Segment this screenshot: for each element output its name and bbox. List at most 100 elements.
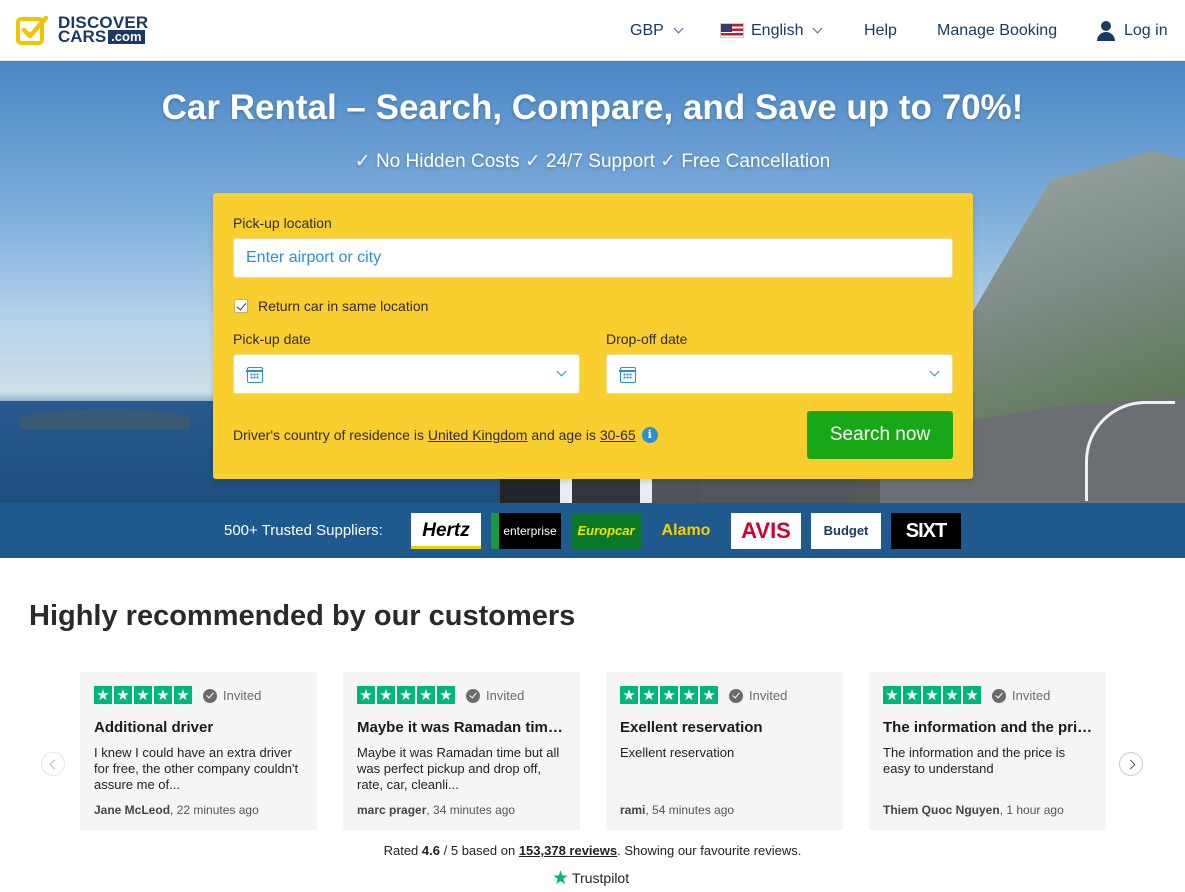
- site-header: DISCOVER CARS .com GBP English Help Manag…: [0, 0, 1185, 61]
- logo-text-cars: CARS: [58, 27, 107, 46]
- us-flag-icon: [720, 23, 744, 38]
- trustpilot-logo[interactable]: ★ Trustpilot: [552, 867, 629, 889]
- invited-badge: Invited: [992, 688, 1050, 703]
- age-range-link[interactable]: 30-65: [600, 427, 636, 443]
- star-icon: [377, 686, 395, 704]
- rated-suffix: . Showing our favourite reviews.: [617, 843, 802, 858]
- pickup-location-input[interactable]: Enter airport or city: [233, 238, 953, 278]
- review-card[interactable]: Invited Exellent reservation Exellent re…: [606, 672, 843, 830]
- invited-badge: Invited: [203, 688, 261, 703]
- calendar-icon: [619, 367, 636, 383]
- hero-subtitle: ✓ No Hidden Costs ✓ 24/7 Support ✓ Free …: [354, 151, 831, 172]
- review-title: Additional driver: [94, 719, 214, 736]
- carousel-prev-button[interactable]: [41, 752, 65, 776]
- logo[interactable]: DISCOVER CARS .com: [16, 14, 148, 46]
- invited-label: Invited: [1012, 688, 1051, 703]
- review-body: I knew I could have an extra driver for …: [94, 745, 299, 792]
- invited-label: Invited: [486, 688, 525, 703]
- carousel-next-button[interactable]: [1119, 752, 1143, 776]
- star-icon: [883, 686, 901, 704]
- reviews-title: Highly recommended by our customers: [29, 600, 576, 632]
- star-icon: [357, 686, 375, 704]
- invited-label: Invited: [749, 688, 788, 703]
- star-icon: [903, 686, 921, 704]
- alamo-logo: Alamo: [661, 522, 711, 539]
- review-card[interactable]: Invited Maybe it was Ramadan time ... Ma…: [343, 672, 580, 830]
- pickup-date-input[interactable]: [233, 354, 580, 394]
- rated-mid: / 5 based on: [443, 843, 516, 858]
- language-selector[interactable]: English: [720, 21, 823, 40]
- language-label: English: [751, 21, 804, 39]
- search-now-button[interactable]: Search now: [807, 411, 953, 459]
- hero-banner: Car Rental – Search, Compare, and Save u…: [0, 61, 1185, 503]
- star-icon: [963, 686, 981, 704]
- review-author: rami, 54 minutes ago: [620, 803, 734, 817]
- chevron-down-icon: [813, 23, 823, 34]
- europcar-logo: Europcar: [571, 513, 641, 549]
- rating-stars: [357, 686, 457, 704]
- rating-stars: [94, 686, 194, 704]
- star-icon: [680, 686, 698, 704]
- driver-residence-line: Driver's country of residence is United …: [233, 427, 658, 443]
- review-time: , 54 minutes ago: [645, 803, 735, 817]
- star-icon: [660, 686, 678, 704]
- chevron-down-icon: [673, 23, 684, 34]
- invited-badge: Invited: [729, 688, 787, 703]
- star-icon: [620, 686, 638, 704]
- return-same-location-checkbox[interactable]: [234, 299, 248, 313]
- review-author: marc prager, 34 minutes ago: [357, 803, 515, 817]
- author-name: rami: [620, 803, 646, 817]
- suppliers-band: 500+ Trusted Suppliers: Hertz enterprise…: [0, 503, 1185, 558]
- star-icon: [397, 686, 415, 704]
- dropoff-date-input[interactable]: [606, 354, 953, 394]
- pickup-location-label: Pick-up location: [233, 215, 332, 231]
- star-icon: [943, 686, 961, 704]
- hero-island-image: [20, 409, 190, 429]
- author-name: marc prager: [357, 803, 427, 817]
- hero-title: Car Rental – Search, Compare, and Save u…: [161, 88, 1024, 127]
- star-icon: [640, 686, 658, 704]
- star-icon: [923, 686, 941, 704]
- chevron-down-icon: [929, 366, 940, 377]
- sixt-logo: SIXT: [891, 513, 961, 549]
- calendar-icon: [246, 367, 263, 383]
- login-link[interactable]: Log in: [1096, 20, 1168, 41]
- rated-prefix: Rated: [383, 843, 419, 858]
- star-icon: [134, 686, 152, 704]
- review-author: Thiem Quoc Nguyen, 1 hour ago: [883, 803, 1064, 817]
- currency-selector[interactable]: GBP: [630, 22, 684, 40]
- review-card[interactable]: Invited Additional driver I knew I could…: [80, 672, 317, 830]
- logo-check-icon: [16, 15, 48, 45]
- info-icon[interactable]: i: [641, 427, 658, 443]
- star-icon: [94, 686, 112, 704]
- star-icon: [154, 686, 172, 704]
- residence-prefix: Driver's country of residence is: [233, 427, 424, 443]
- rating-stars: [620, 686, 720, 704]
- enterprise-logo: enterprise: [491, 513, 561, 549]
- review-author: Jane McLeod, 22 minutes ago: [94, 803, 259, 817]
- manage-booking-link[interactable]: Manage Booking: [937, 22, 1057, 40]
- help-link[interactable]: Help: [864, 22, 897, 40]
- hertz-logo: Hertz: [411, 513, 481, 549]
- review-title: Exellent reservation: [620, 719, 763, 736]
- login-label: Log in: [1124, 21, 1168, 39]
- star-icon: [437, 686, 455, 704]
- residence-country-link[interactable]: United Kingdom: [428, 427, 528, 443]
- verified-check-icon: [992, 688, 1006, 703]
- dropoff-date-label: Drop-off date: [606, 331, 688, 347]
- star-icon: [700, 686, 718, 704]
- review-body: Exellent reservation: [620, 745, 735, 760]
- reviews-count-link[interactable]: 153,378 reviews: [519, 843, 617, 858]
- review-title: The information and the pric...: [883, 719, 1095, 736]
- author-name: Jane McLeod: [94, 803, 171, 817]
- pickup-date-label: Pick-up date: [233, 331, 311, 347]
- age-prefix: and age is: [531, 427, 596, 443]
- hero-center-road: [500, 476, 880, 503]
- review-card[interactable]: Invited The information and the pric... …: [869, 672, 1106, 830]
- chevron-down-icon: [556, 366, 567, 377]
- rating-value: 4.6: [421, 843, 440, 858]
- verified-check-icon: [466, 688, 480, 703]
- star-icon: [114, 686, 132, 704]
- author-name: Thiem Quoc Nguyen: [883, 803, 1000, 817]
- avis-logo: AVIS: [731, 513, 801, 549]
